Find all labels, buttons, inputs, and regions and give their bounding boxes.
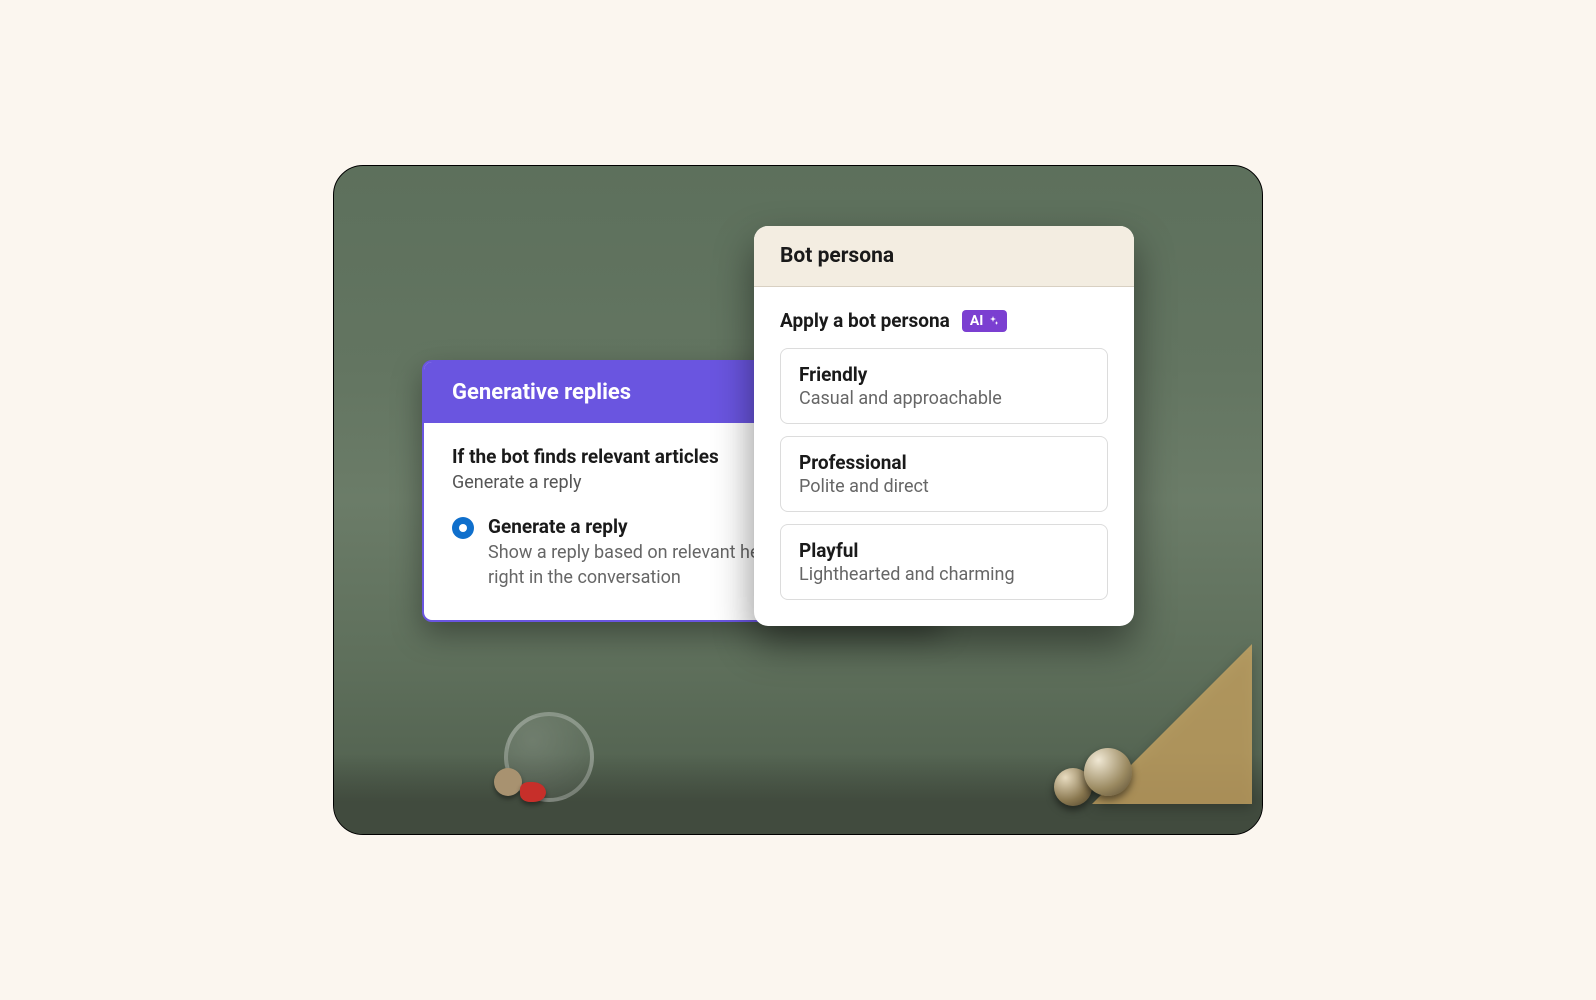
persona-title: Friendly: [799, 363, 1089, 386]
persona-option-playful[interactable]: Playful Lighthearted and charming: [780, 524, 1108, 600]
bot-persona-header: Bot persona: [754, 226, 1134, 287]
apply-row: Apply a bot persona AI: [780, 309, 1108, 332]
persona-desc: Polite and direct: [799, 476, 1089, 497]
persona-desc: Casual and approachable: [799, 388, 1089, 409]
persona-option-friendly[interactable]: Friendly Casual and approachable: [780, 348, 1108, 424]
persona-title: Professional: [799, 451, 1089, 474]
burr-prop: [494, 768, 522, 796]
ai-badge-text: AI: [970, 313, 984, 329]
sphere-prop-2: [1084, 748, 1132, 796]
persona-option-professional[interactable]: Professional Polite and direct: [780, 436, 1108, 512]
red-prop: [520, 782, 546, 802]
persona-desc: Lighthearted and charming: [799, 564, 1089, 585]
sparkle-icon: [987, 315, 999, 327]
bot-persona-card: Bot persona Apply a bot persona AI Frien…: [754, 226, 1134, 626]
bot-persona-body: Apply a bot persona AI Friendly Casual a…: [754, 287, 1134, 626]
ai-badge: AI: [962, 310, 1008, 332]
radio-selected-icon: [452, 517, 474, 539]
apply-label: Apply a bot persona: [780, 309, 950, 332]
composite-scene: Generative replies If the bot finds rele…: [333, 165, 1263, 835]
persona-title: Playful: [799, 539, 1089, 562]
